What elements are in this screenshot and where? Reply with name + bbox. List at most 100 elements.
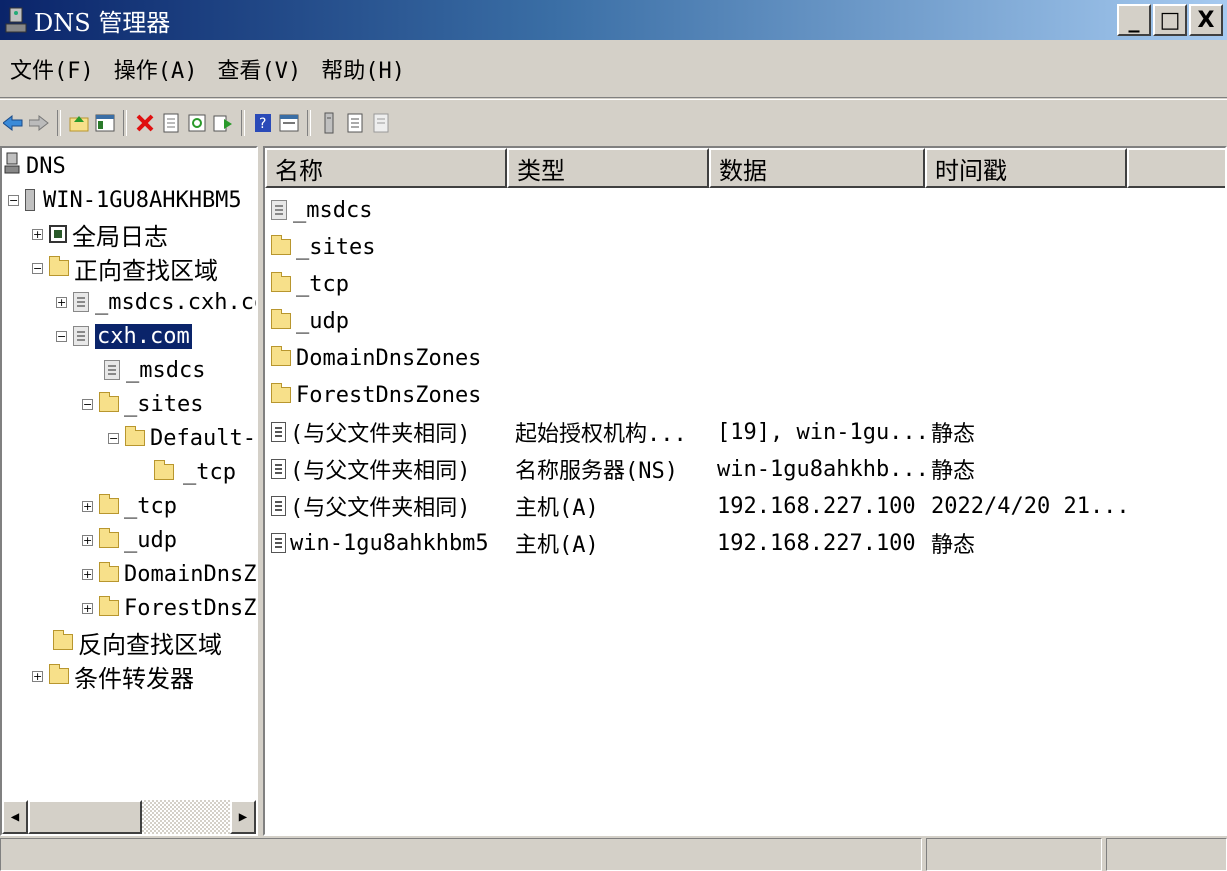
tree-node-site-tcp[interactable]: _tcp	[154, 456, 236, 488]
zone-icon	[73, 326, 89, 346]
expand-icon[interactable]: +	[32, 670, 43, 682]
tree-node-udp[interactable]: + _udp	[82, 524, 177, 556]
column-header-type[interactable]: 类型	[507, 148, 709, 188]
tree-node-tcp[interactable]: + _tcp	[82, 490, 177, 522]
tree-label: 反向查找区域	[78, 630, 222, 659]
scroll-left-button[interactable]: ◀	[2, 800, 28, 834]
cell-type: 起始授权机构...	[515, 422, 687, 447]
delete-icon[interactable]	[134, 112, 156, 134]
server-icon[interactable]	[318, 112, 340, 134]
cell-data: 192.168.227.100	[717, 493, 916, 519]
list-row[interactable]: (与父文件夹相同) 起始授权机构... [19], win-1gu... 静态	[265, 414, 1225, 450]
tree-node-msdcs[interactable]: _msdcs	[104, 354, 205, 386]
folder-icon	[99, 528, 119, 548]
collapse-icon[interactable]: −	[8, 194, 19, 206]
expand-icon[interactable]: +	[32, 228, 43, 240]
tree-node-sites[interactable]: − _sites	[82, 388, 203, 420]
close-button[interactable]: X	[1189, 4, 1223, 36]
scroll-track[interactable]	[142, 800, 230, 834]
cell-name: _udp	[271, 303, 349, 339]
tree-node-forward-zones[interactable]: − 正向查找区域	[32, 252, 218, 285]
status-bar	[0, 838, 1227, 871]
tree-node-msdcs-zone[interactable]: + _msdcs.cxh.co	[56, 286, 258, 318]
list-row[interactable]: _msdcs	[265, 192, 1225, 228]
minimize-button[interactable]: _	[1117, 4, 1151, 36]
list-row[interactable]: _tcp	[265, 266, 1225, 302]
forward-arrow-icon[interactable]	[28, 112, 50, 134]
expand-icon[interactable]: +	[56, 296, 67, 308]
console-tree[interactable]: DNS − WIN-1GU8AHKHBM5 + 全局日志 − 正向查找区域 + …	[0, 146, 258, 836]
list-row[interactable]: (与父文件夹相同) 主机(A) 192.168.227.100 2022/4/20 2…	[265, 488, 1225, 524]
collapse-icon[interactable]: −	[82, 398, 93, 410]
zone-icon[interactable]	[370, 112, 392, 134]
cell-name: _sites	[271, 229, 375, 265]
menu-view[interactable]: 查看(V)	[208, 53, 312, 85]
expand-icon[interactable]: +	[82, 602, 93, 614]
tree-node-server[interactable]: − WIN-1GU8AHKHBM5	[8, 184, 242, 216]
list-row[interactable]: win-1gu8ahkhbm5 主机(A) 192.168.227.100 静态	[265, 525, 1225, 561]
scroll-right-button[interactable]: ▶	[230, 800, 256, 834]
menu-help[interactable]: 帮助(H)	[311, 53, 415, 85]
cell-timestamp: 静态	[931, 459, 976, 484]
tree-node-global-log[interactable]: + 全局日志	[32, 218, 168, 251]
back-arrow-icon[interactable]	[2, 112, 24, 134]
show-hide-tree-icon[interactable]	[94, 112, 116, 134]
server-icon	[25, 189, 35, 211]
tree-node-cxh-com[interactable]: − cxh.com	[56, 320, 192, 352]
tree-node-reverse-zones[interactable]: 反向查找区域	[49, 626, 222, 659]
properties-icon[interactable]	[160, 112, 182, 134]
maximize-button[interactable]: □	[1153, 4, 1187, 36]
tree-node-forestdnszones[interactable]: + ForestDnsZo	[82, 592, 256, 624]
tree-horizontal-scrollbar[interactable]: ◀ ▶	[2, 800, 256, 834]
tree-node-conditional-forwarders[interactable]: + 条件转发器	[32, 660, 194, 693]
expand-icon[interactable]: +	[82, 534, 93, 546]
scroll-thumb[interactable]	[28, 800, 142, 834]
folder-icon	[271, 309, 291, 329]
column-header-empty	[1127, 148, 1225, 188]
expand-icon[interactable]: +	[82, 568, 93, 580]
zone-icon	[73, 292, 89, 312]
refresh-icon[interactable]	[186, 112, 208, 134]
collapse-icon[interactable]: −	[56, 330, 67, 342]
record-icon	[271, 459, 286, 479]
tree-node-dns[interactable]: DNS	[4, 150, 66, 182]
row-name: DomainDnsZones	[296, 345, 482, 371]
record-list-icon[interactable]	[344, 112, 366, 134]
row-name: win-1gu8ahkhbm5	[290, 530, 489, 556]
row-name: _msdcs	[293, 197, 373, 223]
column-header-timestamp[interactable]: 时间戳	[925, 148, 1127, 188]
collapse-icon[interactable]: −	[32, 262, 43, 274]
details-list[interactable]: 名称 类型 数据 时间戳 _msdcs _sites _tcp _udp DomainD…	[263, 146, 1227, 836]
tree-label: _msdcs.cxh.co	[95, 289, 258, 315]
folder-icon	[271, 346, 291, 366]
row-name: (与父文件夹相同)	[290, 459, 471, 484]
column-header-data[interactable]: 数据	[709, 148, 925, 188]
folder-icon	[53, 630, 73, 650]
tree-label: 全局日志	[72, 222, 168, 251]
list-row[interactable]: _udp	[265, 303, 1225, 339]
column-header-name[interactable]: 名称	[265, 148, 507, 188]
tree-node-domaindnszones[interactable]: + DomainDnsZo	[82, 558, 256, 590]
title-bar[interactable]: DNS 管理器 _ □ X	[0, 0, 1227, 40]
expand-icon[interactable]: +	[82, 500, 93, 512]
collapse-icon[interactable]: −	[108, 432, 119, 444]
tree-label: _msdcs	[126, 357, 206, 383]
menu-file[interactable]: 文件(F)	[0, 53, 104, 85]
help-icon[interactable]: ?	[252, 112, 274, 134]
list-row[interactable]: ForestDnsZones	[265, 377, 1225, 413]
cell-data: 192.168.227.100	[717, 530, 916, 556]
folder-icon	[99, 562, 119, 582]
svg-text:?: ?	[259, 116, 266, 132]
list-row[interactable]: DomainDnsZones	[265, 340, 1225, 376]
list-row[interactable]: (与父文件夹相同) 名称服务器(NS) win-1gu8ahkhb... 静态	[265, 451, 1225, 487]
list-row[interactable]: _sites	[265, 229, 1225, 265]
menu-action[interactable]: 操作(A)	[104, 53, 208, 85]
record-icon	[271, 496, 286, 516]
tree-node-default-site[interactable]: − Default-F	[108, 422, 256, 454]
up-folder-icon[interactable]	[68, 112, 90, 134]
status-panel-main	[0, 838, 922, 871]
console-icon[interactable]	[278, 112, 300, 134]
folder-icon	[271, 383, 291, 403]
tree-label: 正向查找区域	[74, 256, 218, 285]
export-list-icon[interactable]	[212, 112, 234, 134]
